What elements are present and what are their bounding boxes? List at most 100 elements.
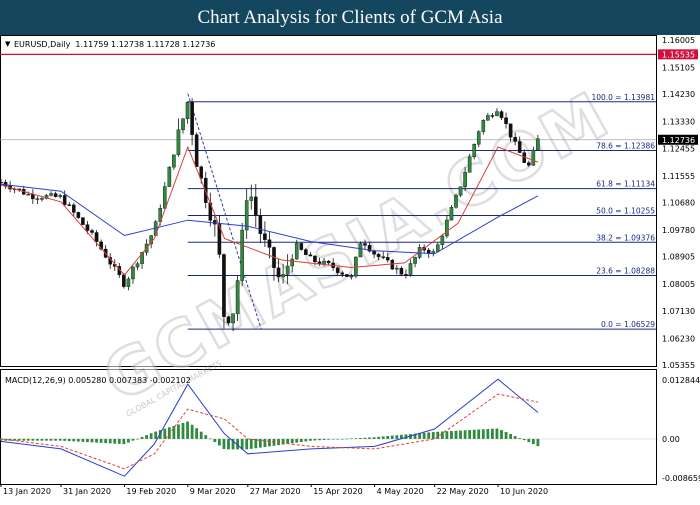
candle-bearish — [226, 316, 231, 324]
macd-histogram-bar — [58, 438, 62, 441]
macd-histogram-bar — [336, 438, 340, 440]
candle-bearish — [504, 117, 508, 125]
candle-bearish — [299, 243, 304, 250]
macd-histogram-bar — [295, 438, 299, 443]
candle-bullish — [26, 193, 31, 196]
candle-bullish — [440, 235, 445, 245]
macd-histogram-bar — [522, 438, 526, 441]
macd-tick-top: 0.012844 — [662, 376, 700, 385]
price-tick: 1.14230 — [662, 90, 695, 99]
resistance-price-badge: 1.15535 — [658, 49, 698, 60]
candle-bullish — [531, 149, 536, 166]
candle-bullish — [35, 198, 40, 200]
macd-histogram-bar — [313, 438, 317, 441]
candle-bullish — [172, 154, 176, 168]
date-tick: 15 Apr 2020 — [313, 487, 362, 496]
candle-bullish — [58, 195, 62, 197]
macd-histogram-bar — [459, 430, 462, 439]
candle-bearish — [253, 196, 258, 216]
price-tick: 1.12455 — [662, 144, 695, 153]
price-tick: 1.05355 — [662, 361, 695, 370]
candle-bullish — [395, 267, 399, 270]
macd-histogram-bar — [222, 438, 226, 449]
current-price-badge: 1.12736 — [658, 134, 698, 145]
candle-bullish — [281, 274, 285, 278]
candle-bearish — [31, 193, 35, 200]
macd-histogram-bar — [99, 438, 103, 443]
macd-histogram-bar — [322, 438, 326, 440]
candle-bullish — [235, 280, 240, 314]
candle-bearish — [381, 256, 386, 258]
macd-histogram-bar — [249, 438, 253, 449]
candle-bullish — [467, 156, 472, 173]
date-tick: 4 May 2020 — [377, 487, 424, 496]
macd-histogram-bar — [204, 435, 208, 439]
macd-histogram-bar — [481, 429, 485, 439]
macd-histogram-bar — [454, 430, 458, 439]
macd-histogram-bar — [199, 431, 203, 439]
macd-histogram-bar — [117, 438, 121, 444]
price-tick: 1.07130 — [662, 307, 695, 316]
candle-bearish — [308, 254, 313, 257]
candle-bullish — [472, 144, 477, 158]
macd-histogram-bar — [17, 438, 21, 441]
candle-bullish — [185, 102, 190, 120]
price-tick: 1.06230 — [662, 334, 695, 343]
date-tick: 22 May 2020 — [437, 487, 489, 496]
macd-histogram-bar — [104, 438, 108, 444]
date-tick: 13 Jan 2020 — [3, 487, 51, 496]
candle-bearish — [527, 162, 531, 166]
candle-bullish — [126, 278, 131, 287]
macd-histogram-bar — [81, 438, 85, 442]
macd-histogram-bar — [218, 438, 221, 446]
candle-bullish — [349, 275, 354, 278]
candle-bearish — [76, 212, 81, 218]
macd-histogram-bar — [327, 438, 330, 440]
candle-bullish — [131, 266, 135, 280]
candle-bullish — [358, 243, 363, 258]
macd-histogram-bar — [67, 438, 71, 442]
macd-histogram-bar — [359, 437, 362, 439]
macd-histogram-bar — [372, 437, 376, 439]
macd-histogram-bar — [54, 438, 57, 441]
candle-bullish — [481, 120, 486, 132]
candle-bearish — [276, 267, 281, 278]
macd-histogram-bar — [36, 438, 39, 441]
macd-histogram-bar — [108, 438, 112, 444]
macd-histogram-bar — [22, 438, 26, 441]
price-chart[interactable]: GCMASIA.COM GLOBAL CAPITAL MARKETS ▼ EUR… — [0, 35, 700, 500]
macd-histogram-bar — [227, 438, 230, 450]
macd-histogram-bar — [427, 432, 431, 439]
macd-tick-zero: 0.00 — [662, 435, 680, 444]
candle-bearish — [0, 181, 3, 184]
macd-histogram-bar — [381, 436, 385, 439]
macd-histogram-bar — [345, 438, 349, 440]
macd-histogram-bar — [468, 430, 472, 439]
candle-bearish — [90, 230, 94, 233]
macd-histogram-bar — [299, 438, 303, 443]
resistance-price-label: 1.15535 — [662, 50, 695, 59]
fib-label-38-2: 38.2 = 1.09376 — [596, 233, 655, 242]
fib-label-61-8: 61.8 = 1.11134 — [596, 180, 655, 189]
candle-bullish — [249, 196, 254, 201]
candle-bearish — [404, 274, 408, 276]
price-tick: 1.09780 — [662, 226, 695, 235]
candle-bearish — [376, 254, 381, 257]
banner: Chart Analysis for Clients of GCM Asia — [0, 0, 700, 35]
macd-histogram-bar — [172, 425, 176, 439]
macd-histogram-bar — [190, 424, 194, 439]
macd-histogram-bar — [445, 431, 449, 439]
candle-bullish — [445, 219, 449, 237]
macd-histogram-bar — [390, 435, 394, 439]
banner-title: Chart Analysis for Clients of GCM Asia — [197, 7, 503, 28]
macd-histogram-bar — [431, 432, 435, 439]
candle-bullish — [167, 166, 172, 187]
candle-bullish — [162, 186, 167, 209]
candle-bullish — [231, 313, 235, 324]
macd-header: MACD(12,26,9) 0.005280 0.007383 -0.00210… — [5, 376, 191, 385]
macd-histogram-bar — [45, 438, 48, 441]
candle-bearish — [335, 267, 340, 273]
candle-bullish — [486, 115, 490, 121]
macd-histogram-bar — [440, 431, 444, 439]
candle-bearish — [313, 255, 317, 262]
